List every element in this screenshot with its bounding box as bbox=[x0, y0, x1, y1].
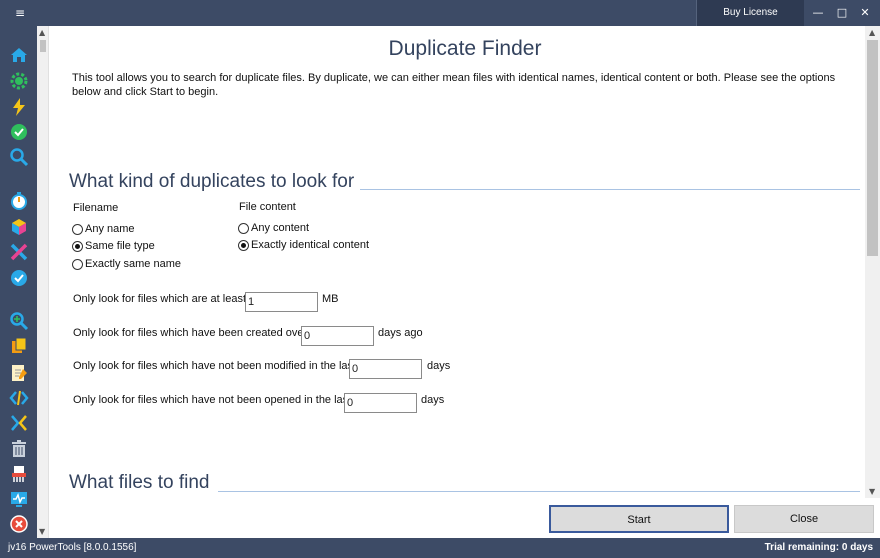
section-heading-files: What files to find bbox=[69, 472, 213, 494]
radio-dot-selected[interactable] bbox=[72, 240, 83, 252]
refresh-check-icon[interactable] bbox=[8, 267, 30, 289]
radio-any-name[interactable]: Any name bbox=[72, 223, 135, 235]
start-button[interactable]: Start bbox=[549, 505, 729, 533]
action-bar: Start Close bbox=[50, 498, 880, 538]
size-filter-label: Only look for files which are at least: bbox=[73, 293, 250, 305]
monitor-pulse-icon[interactable] bbox=[8, 488, 30, 510]
version-text: jv16 PowerTools [8.0.0.1556] bbox=[8, 542, 137, 553]
main-content: Duplicate Finder This tool allows you to… bbox=[50, 26, 865, 498]
radio-identical-content[interactable]: Exactly identical content bbox=[238, 239, 369, 251]
close-button[interactable]: Close bbox=[734, 505, 874, 533]
trial-remaining-text: Trial remaining: 0 days bbox=[764, 542, 873, 553]
close-icon[interactable]: ✕ bbox=[854, 0, 876, 26]
intro-text: This tool allows you to search for dupli… bbox=[72, 72, 836, 98]
created-filter-label: Only look for files which have been crea… bbox=[73, 327, 308, 339]
filename-label: Filename bbox=[73, 202, 119, 214]
radio-label: Exactly same name bbox=[85, 258, 181, 270]
size-unit-label: MB bbox=[322, 293, 339, 305]
radio-label: Same file type bbox=[85, 240, 155, 252]
modified-filter-label: Only look for files which have not been … bbox=[73, 360, 357, 372]
maximize-icon[interactable]: □ bbox=[831, 0, 853, 26]
search-icon[interactable] bbox=[8, 146, 30, 168]
opened-unit-label: days bbox=[421, 394, 445, 406]
scroll-down-arrow-icon[interactable]: ▼ bbox=[39, 527, 45, 536]
scroll-up-arrow-icon[interactable]: ▲ bbox=[869, 28, 875, 37]
radio-dot[interactable] bbox=[238, 222, 249, 234]
min-size-input[interactable]: 1 bbox=[245, 292, 318, 312]
sidebar-scrollbar[interactable]: ▲ ▼ bbox=[37, 26, 49, 538]
radio-label: Any content bbox=[251, 222, 310, 234]
home-icon[interactable] bbox=[8, 44, 30, 66]
section-divider bbox=[218, 491, 860, 492]
shredder-icon[interactable] bbox=[8, 463, 30, 485]
radio-label: Exactly identical content bbox=[251, 239, 370, 251]
timer-icon[interactable] bbox=[8, 190, 30, 212]
minimize-icon[interactable]: — bbox=[807, 0, 829, 26]
radio-dot[interactable] bbox=[72, 223, 83, 235]
cube-icon[interactable] bbox=[8, 216, 30, 238]
app-window: ≡ Buy License — □ ✕ ▲ ▼ Duplicate Finder… bbox=[0, 0, 880, 558]
opened-filter-label: Only look for files which have not been … bbox=[73, 394, 352, 406]
sidebar-scroll-thumb[interactable] bbox=[40, 40, 46, 52]
code-icon[interactable] bbox=[8, 387, 30, 409]
sidebar bbox=[0, 26, 37, 538]
close-circle-icon[interactable] bbox=[8, 513, 30, 535]
content-scrollbar[interactable]: ▲ ▼ bbox=[865, 26, 880, 498]
zoom-plus-icon[interactable] bbox=[8, 310, 30, 332]
modified-days-input[interactable]: 0 bbox=[349, 359, 422, 379]
split-arrows-icon[interactable] bbox=[8, 412, 30, 434]
status-bar: jv16 PowerTools [8.0.0.1556] Trial remai… bbox=[0, 538, 880, 558]
section-divider bbox=[360, 189, 860, 190]
radio-label: Any name bbox=[85, 223, 135, 235]
edit-note-icon[interactable] bbox=[8, 362, 30, 384]
radio-dot[interactable] bbox=[72, 258, 83, 270]
title-bar: ≡ Buy License — □ ✕ bbox=[0, 0, 880, 26]
check-circle-icon[interactable] bbox=[8, 121, 30, 143]
scroll-down-arrow-icon[interactable]: ▼ bbox=[869, 487, 875, 496]
opened-days-input[interactable]: 0 bbox=[344, 393, 417, 413]
radio-dot-selected[interactable] bbox=[238, 239, 249, 251]
created-unit-label: days ago bbox=[378, 327, 423, 339]
trash-icon[interactable] bbox=[8, 438, 30, 460]
tools-cross-icon[interactable] bbox=[8, 241, 30, 263]
page-title: Duplicate Finder bbox=[388, 37, 542, 60]
scroll-up-arrow-icon[interactable]: ▲ bbox=[39, 28, 45, 37]
buy-license-button[interactable]: Buy License bbox=[696, 0, 804, 26]
gear-check-icon[interactable] bbox=[8, 70, 30, 92]
radio-exactly-same-name[interactable]: Exactly same name bbox=[72, 258, 181, 270]
section-heading-kinds: What kind of duplicates to look for bbox=[69, 171, 358, 193]
created-days-input[interactable]: 0 bbox=[301, 326, 374, 346]
hamburger-menu-icon[interactable]: ≡ bbox=[6, 6, 34, 22]
content-scroll-thumb[interactable] bbox=[867, 40, 878, 256]
modified-unit-label: days bbox=[427, 360, 451, 372]
file-content-label: File content bbox=[239, 201, 296, 213]
radio-same-file-type[interactable]: Same file type bbox=[72, 240, 155, 252]
radio-any-content[interactable]: Any content bbox=[238, 222, 309, 234]
duplicate-files-icon[interactable] bbox=[4, 335, 34, 357]
bolt-icon[interactable] bbox=[8, 96, 30, 118]
